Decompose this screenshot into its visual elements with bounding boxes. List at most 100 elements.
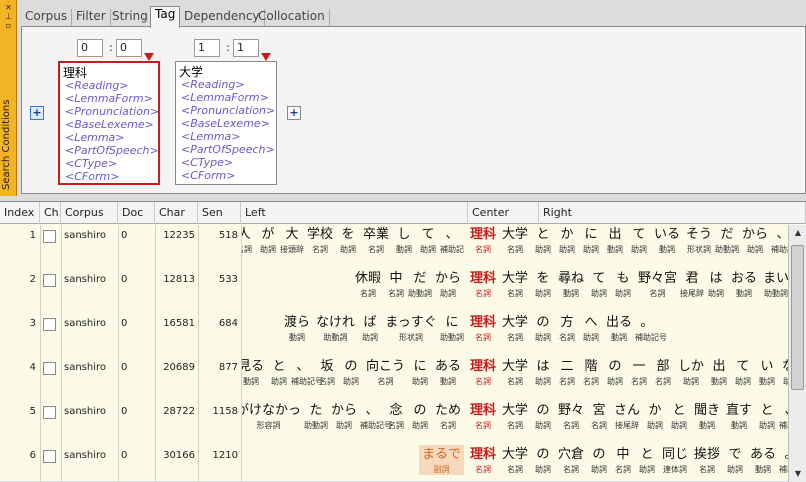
- right-token[interactable]: の助詞: [531, 445, 555, 475]
- field-cform[interactable]: <CForm>: [65, 170, 159, 183]
- right-token[interactable]: で助詞: [723, 445, 747, 475]
- scroll-down-icon[interactable]: ▼: [791, 468, 805, 480]
- right-token[interactable]: に助詞: [579, 225, 603, 255]
- right-token[interactable]: 大学 名詞: [499, 401, 531, 431]
- left-token[interactable]: に助動詞: [440, 313, 464, 343]
- left-token[interactable]: なけれ 助動詞: [313, 313, 358, 343]
- token-condition-box[interactable]: 理科 <Reading> <LemmaForm> <Pronunciation> <Ba…: [58, 61, 160, 185]
- right-token[interactable]: 二名詞: [555, 357, 579, 387]
- column-header-corpus[interactable]: Corpus: [61, 202, 118, 224]
- right-token[interactable]: 方名詞: [555, 313, 579, 343]
- right-token[interactable]: 。補助記号: [635, 313, 667, 343]
- left-token[interactable]: がけなかっ 形容詞: [241, 401, 304, 431]
- right-token[interactable]: 大学 名詞: [499, 225, 531, 255]
- right-token[interactable]: へ助詞: [579, 313, 603, 343]
- right-token[interactable]: て助詞: [587, 269, 611, 299]
- range-from-input[interactable]: 1: [194, 39, 220, 57]
- field-baselexeme[interactable]: <BaseLexeme>: [181, 117, 275, 130]
- left-token[interactable]: て助詞: [416, 225, 440, 255]
- scroll-thumb[interactable]: [791, 245, 804, 390]
- field-lemma[interactable]: <Lemma>: [181, 130, 275, 143]
- left-token[interactable]: 渡ら 動詞: [281, 313, 313, 343]
- range-from-input[interactable]: 0: [77, 39, 103, 57]
- left-token[interactable]: から 助詞: [432, 269, 464, 299]
- right-token[interactable]: 野々 名詞: [555, 401, 587, 431]
- tab-tag[interactable]: Tag: [150, 6, 181, 28]
- center-token[interactable]: 理科 名詞: [468, 225, 498, 255]
- center-token[interactable]: 理科 名詞: [468, 313, 498, 343]
- left-token[interactable]: の助詞: [339, 357, 363, 387]
- left-token[interactable]: 休暇 名詞: [352, 269, 384, 299]
- field-partofspeech[interactable]: <PartOfSpeech>: [65, 144, 159, 157]
- left-token[interactable]: た助動詞: [304, 401, 328, 431]
- column-header-ch[interactable]: Ch: [40, 202, 61, 224]
- left-token[interactable]: 向こう 名詞: [363, 357, 408, 387]
- field-cform[interactable]: <CForm>: [181, 169, 275, 182]
- column-header-doc[interactable]: Doc: [118, 202, 155, 224]
- vertical-scrollbar[interactable]: ▲ ▼: [788, 225, 806, 482]
- field-pronunciation[interactable]: <Pronunciation>: [65, 105, 159, 118]
- center-token[interactable]: 理科 名詞: [468, 357, 498, 387]
- field-lemmaform[interactable]: <LemmaForm>: [65, 92, 159, 105]
- row-checkbox[interactable]: [43, 274, 56, 287]
- left-token[interactable]: ば助詞: [358, 313, 382, 343]
- row-checkbox[interactable]: [43, 406, 56, 419]
- row-checkbox[interactable]: [43, 230, 56, 243]
- left-token[interactable]: ため 名詞: [432, 401, 464, 431]
- left-token[interactable]: が助詞: [256, 225, 280, 255]
- right-token[interactable]: ある 動詞: [747, 445, 779, 475]
- right-token[interactable]: て助詞: [731, 357, 755, 387]
- row-checkbox[interactable]: [43, 362, 56, 375]
- right-token[interactable]: 君接尾辞: [680, 269, 704, 299]
- left-token[interactable]: から 助詞: [328, 401, 360, 431]
- right-token[interactable]: ない助動詞: [779, 357, 788, 387]
- tab-corpus[interactable]: Corpus: [21, 9, 73, 26]
- grip-icon[interactable]: ⋮: [0, 173, 17, 182]
- field-lemma[interactable]: <Lemma>: [65, 131, 159, 144]
- right-token[interactable]: 大学 名詞: [499, 313, 531, 343]
- left-token[interactable]: 、補助記号: [360, 401, 392, 431]
- dropdown-arrow-icon[interactable]: [144, 53, 154, 61]
- range-to-input[interactable]: 0: [116, 39, 142, 57]
- left-token[interactable]: の助詞: [408, 401, 432, 431]
- left-token[interactable]: 、補助記号: [440, 225, 464, 255]
- left-token[interactable]: に助詞: [408, 357, 432, 387]
- row-checkbox[interactable]: [43, 450, 56, 463]
- right-token[interactable]: の助詞: [531, 401, 555, 431]
- right-token[interactable]: は助詞: [704, 269, 728, 299]
- tab-filter[interactable]: Filter: [72, 9, 111, 26]
- right-token[interactable]: か助詞: [555, 225, 579, 255]
- dropdown-arrow-icon[interactable]: [261, 53, 271, 61]
- row-checkbox[interactable]: [43, 318, 56, 331]
- right-token[interactable]: と助詞: [755, 401, 779, 431]
- right-token[interactable]: 宮名詞: [587, 401, 611, 431]
- right-token[interactable]: 中名詞: [611, 445, 635, 475]
- right-token[interactable]: 野々宮 名詞: [635, 269, 680, 299]
- token-condition-box[interactable]: 大学 <Reading> <LemmaForm> <Pronunciation> <Ba…: [175, 61, 277, 185]
- right-token[interactable]: 挨拶 名詞: [691, 445, 723, 475]
- center-token[interactable]: 理科 名詞: [468, 445, 498, 475]
- field-reading[interactable]: <Reading>: [181, 78, 275, 91]
- left-token[interactable]: 見る 動詞: [241, 357, 267, 387]
- left-token[interactable]: と助詞: [267, 357, 291, 387]
- right-token[interactable]: さん 接尾辞: [611, 401, 643, 431]
- right-token[interactable]: から 助詞: [739, 225, 771, 255]
- right-token[interactable]: 同じ 連体詞: [659, 445, 691, 475]
- center-token[interactable]: 理科 名詞: [468, 269, 498, 299]
- right-token[interactable]: と助詞: [635, 445, 659, 475]
- field-ctype[interactable]: <CType>: [65, 157, 159, 170]
- left-token[interactable]: を助詞: [336, 225, 360, 255]
- right-token[interactable]: まい 助動詞: [760, 269, 788, 299]
- right-token[interactable]: 一名詞: [627, 357, 651, 387]
- column-header-right[interactable]: Right: [539, 202, 806, 224]
- left-token[interactable]: ある 動詞: [432, 357, 464, 387]
- column-header-sen[interactable]: Sen: [198, 202, 241, 224]
- left-token[interactable]: し動詞: [392, 225, 416, 255]
- right-token[interactable]: 大学 名詞: [499, 445, 531, 475]
- right-token[interactable]: 、補助記号: [779, 401, 788, 431]
- field-baselexeme[interactable]: <BaseLexeme>: [65, 118, 159, 131]
- left-token[interactable]: 大接頭辞: [280, 225, 304, 255]
- column-header-center[interactable]: Center: [468, 202, 539, 224]
- range-to-input[interactable]: 1: [233, 39, 259, 57]
- left-token[interactable]: まるで 副詞: [419, 445, 464, 475]
